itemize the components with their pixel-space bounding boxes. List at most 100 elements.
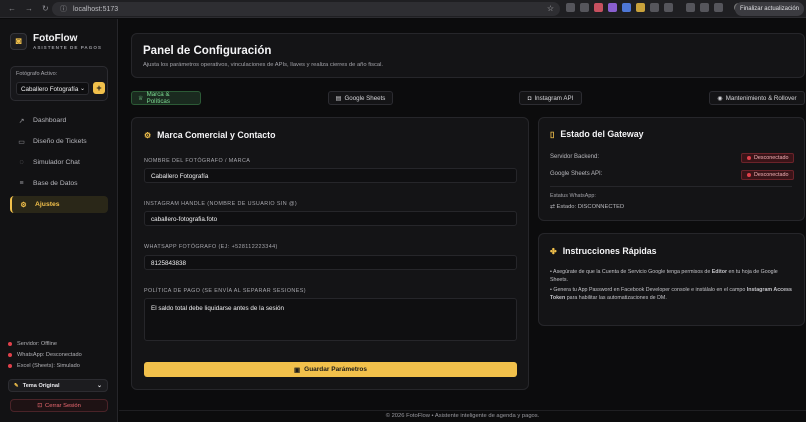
photographer-select[interactable]: Caballero Fotografía ⌄ [16, 82, 89, 95]
extension-icon[interactable] [594, 3, 603, 12]
extension-icon[interactable] [608, 3, 617, 12]
active-photographer-panel: Fotógrafo Activo: Caballero Fotografía ⌄… [10, 66, 108, 101]
brand: ◙ FotoFlow ASISTENTE DE PAGOS [10, 33, 102, 50]
brand-name-label: NOMBRE DEL FOTÓGRAFO / MARCA [144, 158, 251, 164]
theme-select-value: Tema Original [22, 382, 60, 389]
update-button[interactable]: Finalizar actualización [734, 2, 804, 16]
add-photographer-button[interactable]: + [93, 82, 105, 94]
card-title: ▯ Estado del Gateway [550, 129, 644, 139]
sidebar-item-label: Ajustes [35, 201, 60, 208]
back-icon[interactable]: ← [8, 4, 16, 13]
database-icon: ≡ [19, 180, 24, 187]
payment-policy-label: POLÍTICA DE PAGO (SE ENVÍA AL SEPARAR SE… [144, 288, 306, 294]
sidebar-item-chat-simulator[interactable]: ◌ Simulador Chat [10, 154, 108, 171]
whatsapp-label: WHATSAPP FOTÓGRAFO (EJ: +528112223344) [144, 244, 278, 250]
payment-policy-textarea[interactable]: El saldo total debe liquidarse antes de … [144, 298, 517, 341]
palette-icon: ✎ [14, 382, 19, 389]
save-icon: ▣ [293, 366, 301, 374]
tab-instagram-api[interactable]: ◘ Instagram API [519, 91, 582, 105]
gear-icon: ⚙ [144, 130, 152, 140]
camera-icon: ◙ [10, 33, 27, 50]
page-title: Panel de Configuración [143, 45, 272, 57]
instagram-handle-input[interactable]: caballero-fotografia.foto [144, 211, 517, 226]
phone-icon: ▯ [550, 129, 555, 139]
whatsapp-status-label: Estatus WhatsApp: [550, 193, 596, 199]
instruction-item: • Genera tu App Password en Facebook Dev… [550, 287, 792, 302]
extension-icon[interactable] [650, 3, 659, 12]
instagram-handle-label: INSTAGRAM HANDLE (NOMBRE DE USUARIO SIN … [144, 201, 298, 207]
sidebar-item-dashboard[interactable]: ↗ Dashboard [10, 112, 108, 129]
brand-contact-card: ⚙ Marca Comercial y Contacto NOMBRE DEL … [131, 117, 529, 390]
brand-subtitle: ASISTENTE DE PAGOS [33, 45, 102, 50]
address-bar[interactable]: ⓘ localhost:5173 ☆ [52, 2, 560, 16]
url-text: localhost:5173 [73, 5, 119, 13]
page-subtitle: Ajusta los parámetros operativos, vincul… [143, 62, 384, 68]
whatsapp-status-text: WhatsApp: Desconectado [17, 352, 82, 358]
gateway-status-card: ▯ Estado del Gateway Servidor Backend: D… [538, 117, 805, 221]
main-content: Panel de Configuración Ajusta los paráme… [119, 19, 806, 422]
ticket-icon: ▭ [18, 138, 25, 146]
connection-status: Servidor: Offline WhatsApp: Desconectado… [8, 341, 82, 374]
sidebar-item-label: Simulador Chat [33, 159, 80, 166]
forward-icon[interactable]: → [25, 4, 33, 13]
whatsapp-input[interactable]: 8125843838 [144, 255, 517, 270]
extension-icon[interactable] [580, 3, 589, 12]
tab-label: Google Sheets [344, 94, 386, 102]
brand-name: FotoFlow [33, 33, 78, 44]
download-icon[interactable] [686, 3, 695, 12]
status-dot [8, 353, 12, 357]
whatsapp-status: WhatsApp: Desconectado [8, 352, 82, 358]
status-badge-text: Desconectado [754, 155, 789, 161]
puzzle-icon[interactable] [664, 3, 673, 12]
chart-trend-icon: ↗ [18, 117, 25, 125]
status-dot [8, 364, 12, 368]
brand-name-input[interactable]: Caballero Fotografía [144, 168, 517, 183]
sidebar-item-label: Dashboard [33, 117, 67, 124]
whatsapp-state-text: Estado: DISCONNECTED [556, 204, 625, 210]
tab-label: Instagram API [534, 94, 574, 102]
gear-icon: ⚙ [20, 201, 27, 209]
extension-icon[interactable] [566, 3, 575, 12]
sidebar-item-label: Base de Datos [33, 180, 78, 187]
tab-google-sheets[interactable]: ▤ Google Sheets [328, 91, 393, 105]
tab-label: Marca & Políticas [146, 91, 170, 105]
bookmark-star-icon[interactable]: ☆ [547, 4, 554, 13]
sheet-icon: ▤ [335, 94, 342, 102]
server-status: Servidor: Offline [8, 341, 82, 347]
excel-status-text: Excel (Sheets): Simulado [17, 363, 80, 369]
browser-nav: ← → ↻ [0, 4, 52, 13]
reload-icon[interactable]: ↻ [42, 4, 49, 13]
page-footer: © 2026 FotoFlow • Asistente inteligente … [119, 410, 806, 422]
site-info-icon[interactable]: ⓘ [60, 4, 67, 14]
save-button-label: Guardar Parámetros [304, 366, 368, 373]
browser-toolbar: ← → ↻ ⓘ localhost:5173 ☆ Finalizar actua… [0, 0, 806, 18]
active-photographer-label: Fotógrafo Activo: [16, 71, 58, 77]
sidebar-menu: ↗ Dashboard ▭ Diseño de Tickets ◌ Simula… [10, 112, 108, 217]
chevron-down-icon: ⌄ [79, 86, 85, 92]
bookmarks-icon[interactable] [700, 3, 709, 12]
split-view-icon[interactable] [714, 3, 723, 12]
chevron-down-icon: ⌄ [96, 383, 102, 389]
whatsapp-state: ⇄ Estado: DISCONNECTED [550, 204, 624, 210]
settings-tabs: ♕ Marca & Políticas ▤ Google Sheets ◘ In… [131, 91, 805, 105]
quick-instructions-card: ✤ Instrucciones Rápidas • Asegúrate de q… [538, 233, 805, 326]
page-header: Panel de Configuración Ajusta los paráme… [131, 33, 805, 78]
theme-select[interactable]: ✎ Tema Original ⌄ [8, 379, 108, 392]
extension-icon[interactable] [636, 3, 645, 12]
card-title-text: Marca Comercial y Contacto [157, 130, 276, 140]
sidebar-item-ticket-design[interactable]: ▭ Diseño de Tickets [10, 133, 108, 150]
card-title: ✤ Instrucciones Rápidas [550, 246, 657, 256]
extension-icon[interactable] [622, 3, 631, 12]
logout-label: Cerrar Sesión [45, 402, 81, 409]
sidebar-item-settings[interactable]: ⚙ Ajustes [10, 196, 108, 213]
status-badge: Desconectado [741, 170, 795, 180]
tab-brand-policies[interactable]: ♕ Marca & Políticas [131, 91, 201, 105]
logout-button[interactable]: ⊡ Cerrar Sesión [10, 399, 108, 412]
refresh-icon: ◉ [717, 94, 723, 102]
sidebar-item-database[interactable]: ≡ Base de Datos [10, 175, 108, 192]
card-title: ⚙ Marca Comercial y Contacto [144, 130, 275, 140]
tab-maintenance-rollover[interactable]: ◉ Mantenimiento & Rollover [709, 91, 805, 105]
chat-icon: ◌ [19, 159, 24, 166]
status-badge: Desconectado [741, 153, 795, 163]
save-parameters-button[interactable]: ▣ Guardar Parámetros [144, 362, 517, 377]
